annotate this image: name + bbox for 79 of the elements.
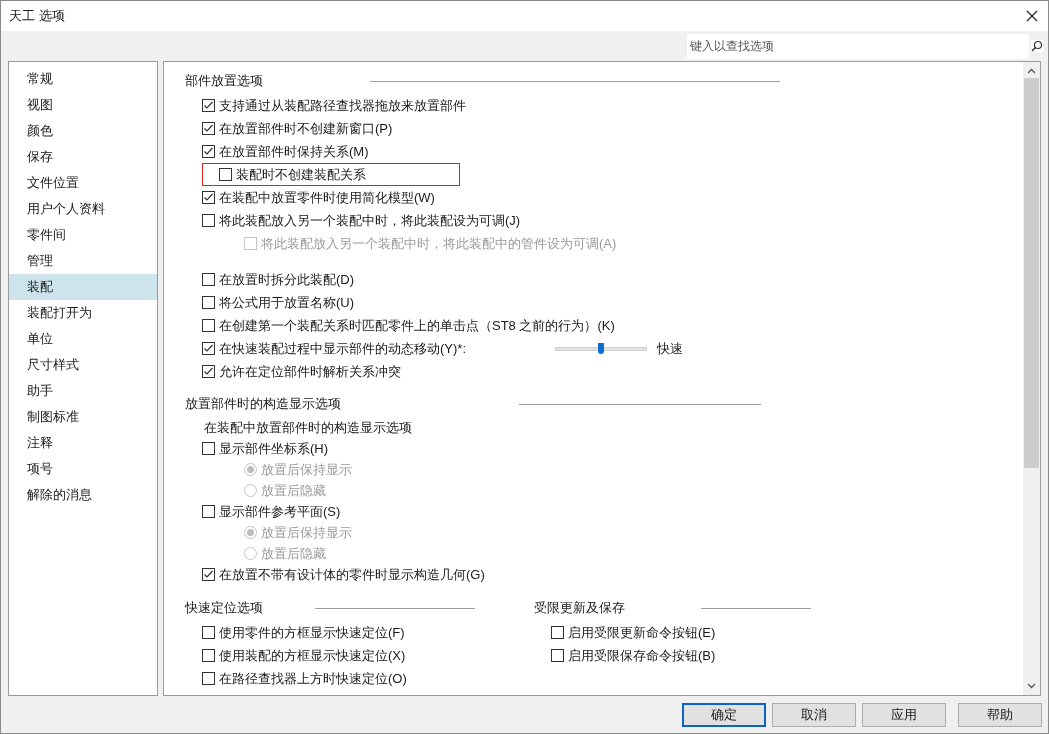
dialog-button[interactable]: 取消 [772,703,856,727]
option-label: 在创建第一个装配关系时匹配零件上的单击点（ST8 之前的行为）(K) [219,316,615,335]
checkbox[interactable] [202,145,215,158]
sidebar-item[interactable]: 管理 [9,248,157,274]
sidebar-item[interactable]: 单位 [9,326,157,352]
checkbox[interactable] [202,273,215,286]
option-label: 启用受限保存命令按钮(B) [568,646,716,665]
option-label: 放置后保持显示 [261,460,352,479]
checkbox[interactable] [202,296,215,309]
dialog-button[interactable]: 应用 [862,703,946,727]
option-label: 放置后隐藏 [261,481,326,500]
checkbox[interactable] [551,649,564,662]
group-label: 在装配中放置部件时的构造显示选项 [204,418,412,437]
option-label: 使用零件的方框显示快速定位(F) [219,623,405,642]
section-title: 快速定位选项 [185,599,264,618]
checkbox[interactable] [219,168,232,181]
checkbox[interactable] [202,672,215,685]
dialog-button[interactable]: 确定 [682,703,766,727]
option-label: 在放置不带有设计体的零件时显示构造几何(G) [219,565,485,584]
close-icon[interactable] [1026,10,1038,22]
slider-thumb[interactable] [598,342,604,354]
section-title: 受限更新及保存 [534,599,626,618]
sidebar-item[interactable]: 项号 [9,456,157,482]
option-label: 在放置时拆分此装配(D) [219,270,355,289]
scroll-up-icon[interactable] [1027,68,1036,74]
sidebar-item[interactable]: 颜色 [9,118,157,144]
sidebar-item[interactable]: 装配 [9,274,157,300]
option-label: 将公式用于放置名称(U) [219,293,355,312]
search-icon[interactable] [1031,40,1043,52]
checkbox[interactable] [202,365,215,378]
option-label: 在放置部件时不创建新窗口(P) [219,119,393,138]
option-label: 装配时不创建装配关系 [236,165,366,184]
option-label: 支持通过从装配路径查找器拖放来放置部件 [219,96,466,115]
option-label: 启用受限更新命令按钮(E) [568,623,716,642]
sidebar-item[interactable]: 尺寸样式 [9,352,157,378]
search-field[interactable]: 键入以查找选项 [687,33,1029,59]
slider-label: 快速 [657,339,683,358]
option-label: 在放置部件时保持关系(M) [219,142,369,161]
option-label: 在装配中放置零件时使用简化模型(W) [219,188,435,207]
window-title: 天工 选项 [9,7,65,26]
option-label: 将此装配放入另一个装配中时，将此装配设为可调(J) [219,211,521,230]
sidebar-item[interactable]: 解除的消息 [9,482,157,508]
checkbox[interactable] [202,626,215,639]
sidebar-item[interactable]: 注释 [9,430,157,456]
option-label: 放置后保持显示 [261,523,352,542]
sidebar-item[interactable]: 装配打开为 [9,300,157,326]
sidebar-item[interactable]: 视图 [9,92,157,118]
checkbox[interactable] [551,626,564,639]
sidebar-item[interactable]: 常规 [9,66,157,92]
sidebar-item[interactable]: 助手 [9,378,157,404]
checkbox[interactable] [202,342,215,355]
option-label: 放置后隐藏 [261,544,326,563]
option-label: 显示部件坐标系(H) [219,439,329,458]
section-title: 部件放置选项 [185,72,264,91]
dialog-button[interactable]: 帮助 [958,703,1042,727]
section-title: 放置部件时的构造显示选项 [185,395,342,414]
scrollbar-thumb[interactable] [1024,78,1039,468]
sidebar-item[interactable]: 零件间 [9,222,157,248]
option-label: 使用装配的方框显示快速定位(X) [219,646,406,665]
checkbox[interactable] [202,319,215,332]
option-label: 在快速装配过程中显示部件的动态移动(Y)*: [219,339,466,358]
option-label: 允许在定位部件时解析关系冲突 [219,362,401,381]
speed-slider[interactable] [555,346,647,351]
option-label: 在路径查找器上方时快速定位(O) [219,669,407,688]
sidebar-item[interactable]: 文件位置 [9,170,157,196]
checkbox[interactable] [202,191,215,204]
sidebar-item[interactable]: 保存 [9,144,157,170]
checkbox[interactable] [202,214,215,227]
scrollbar[interactable] [1023,62,1040,695]
scroll-down-icon[interactable] [1027,683,1036,689]
checkbox[interactable] [202,442,215,455]
checkbox[interactable] [202,649,215,662]
checkbox[interactable] [202,505,215,518]
checkbox[interactable] [202,122,215,135]
checkbox[interactable] [202,99,215,112]
sidebar-item[interactable]: 用户个人资料 [9,196,157,222]
checkbox[interactable] [202,568,215,581]
sidebar-item[interactable]: 制图标准 [9,404,157,430]
option-label: 显示部件参考平面(S) [219,502,341,521]
